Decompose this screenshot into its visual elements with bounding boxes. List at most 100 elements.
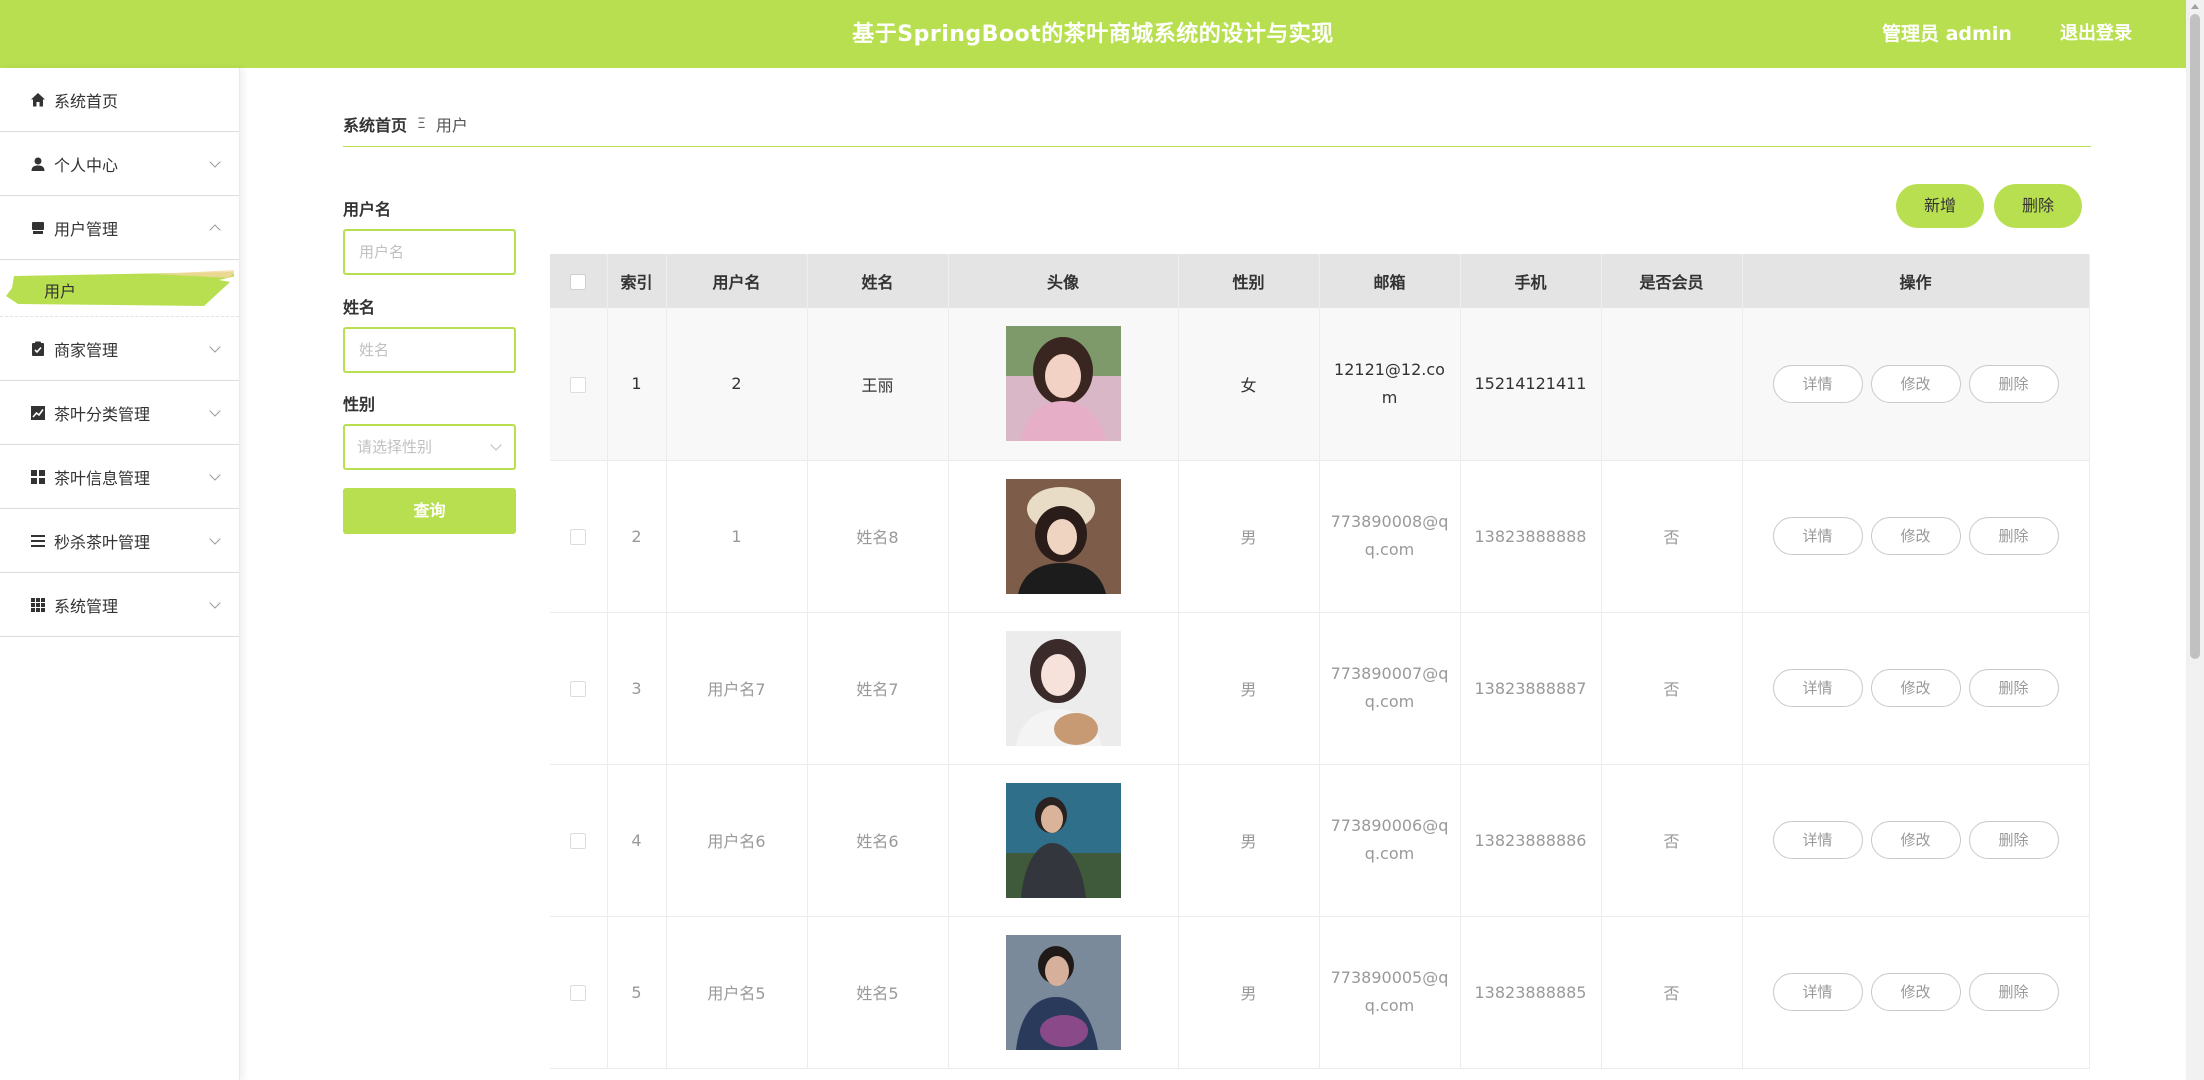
column-header: 操作 xyxy=(1742,254,2090,308)
cell-gender: 男 xyxy=(1178,612,1320,765)
row-checkbox[interactable] xyxy=(570,833,587,849)
sidebar-item-flash-sale[interactable]: 秒杀茶叶管理 xyxy=(0,509,239,573)
avatar xyxy=(1005,326,1121,442)
cell-gender: 女 xyxy=(1178,308,1320,461)
edit-button[interactable]: 修改 xyxy=(1870,973,1961,1011)
gender-label: 性别 xyxy=(343,395,376,414)
cell-email: 773890006@qq.com xyxy=(1319,764,1461,917)
user-table: 索引 用户名 姓名 头像 性别 邮箱 手机 是否会员 操作 1 2 王丽 女 1… xyxy=(550,254,2090,1069)
cell-operations: 详情 修改 删除 xyxy=(1742,612,2090,765)
row-select-cell xyxy=(550,916,608,1069)
row-checkbox[interactable] xyxy=(570,529,587,545)
delete-button[interactable]: 删除 xyxy=(1968,669,2059,707)
sidebar-item-home[interactable]: 系统首页 xyxy=(0,68,239,132)
delete-button[interactable]: 删除 xyxy=(1968,821,2059,859)
sidebar-item-label: 秒杀茶叶管理 xyxy=(54,532,151,552)
detail-button[interactable]: 详情 xyxy=(1772,821,1863,859)
query-button[interactable]: 查询 xyxy=(343,488,516,534)
row-select-cell xyxy=(550,764,608,917)
table-row: 2 1 姓名8 男 773890008@qq.com 13823888888 否… xyxy=(550,460,2090,613)
delete-button[interactable]: 删除 xyxy=(1968,364,2059,403)
edit-button[interactable]: 修改 xyxy=(1870,364,1961,403)
cell-phone: 13823888888 xyxy=(1460,460,1602,613)
column-header: 索引 xyxy=(607,254,667,308)
cell-phone: 13823888887 xyxy=(1460,612,1602,765)
delete-button[interactable]: 删除 xyxy=(1968,517,2059,555)
sidebar-item-label: 个人中心 xyxy=(54,155,119,175)
home-icon xyxy=(30,92,46,108)
table-row: 1 2 王丽 女 12121@12.com 15214121411 详情 修改 … xyxy=(550,308,2090,461)
row-checkbox[interactable] xyxy=(570,681,587,697)
add-button[interactable]: 新增 xyxy=(1896,184,1984,228)
logout-link[interactable]: 退出登录 xyxy=(2060,0,2132,68)
column-header: 用户名 xyxy=(666,254,808,308)
row-select-cell xyxy=(550,612,608,765)
name-label: 姓名 xyxy=(343,298,376,317)
gender-select-placeholder: 请选择性别 xyxy=(357,438,433,456)
cell-avatar xyxy=(948,916,1179,1069)
cell-email: 773890008@qq.com xyxy=(1319,460,1461,613)
grid-icon xyxy=(30,469,46,485)
scrollbar-thumb[interactable] xyxy=(2190,14,2200,659)
cell-email: 773890007@qq.com xyxy=(1319,612,1461,765)
email-text: 773890007@qq.com xyxy=(1330,664,1449,711)
breadcrumb-separator: Ξ xyxy=(417,116,426,132)
cell-gender: 男 xyxy=(1178,460,1320,613)
column-header: 是否会员 xyxy=(1601,254,1743,308)
sidebar-item-tea-category[interactable]: 茶叶分类管理 xyxy=(0,381,239,445)
cell-username: 2 xyxy=(666,308,808,461)
clipboard-check-icon xyxy=(30,341,46,357)
edit-button[interactable]: 修改 xyxy=(1870,821,1961,859)
breadcrumb-divider xyxy=(343,146,2091,147)
table-header-row: 索引 用户名 姓名 头像 性别 邮箱 手机 是否会员 操作 xyxy=(550,254,2090,308)
store-icon xyxy=(30,220,46,236)
edit-button[interactable]: 修改 xyxy=(1870,669,1961,707)
column-header: 性别 xyxy=(1178,254,1320,308)
list-icon xyxy=(30,533,46,549)
detail-button[interactable]: 详情 xyxy=(1772,364,1863,403)
batch-delete-button[interactable]: 删除 xyxy=(1994,184,2082,228)
sidebar-item-label: 茶叶分类管理 xyxy=(54,404,151,424)
cell-avatar xyxy=(948,612,1179,765)
cell-index: 5 xyxy=(607,916,667,1069)
scroll-up-arrow[interactable] xyxy=(2191,4,2199,9)
chart-icon xyxy=(30,405,46,421)
sidebar-item-tea-info[interactable]: 茶叶信息管理 xyxy=(0,445,239,509)
select-all-checkbox[interactable] xyxy=(570,274,587,290)
row-checkbox[interactable] xyxy=(570,376,587,393)
table-row: 4 用户名6 姓名6 男 773890006@qq.com 1382388888… xyxy=(550,764,2090,917)
row-checkbox[interactable] xyxy=(570,985,587,1001)
sidebar-item-system-management[interactable]: 系统管理 xyxy=(0,573,239,637)
chevron-down-icon xyxy=(209,156,221,168)
avatar xyxy=(1005,478,1121,594)
chevron-down-icon xyxy=(209,341,221,353)
select-all-cell xyxy=(550,254,608,308)
delete-button[interactable]: 删除 xyxy=(1968,973,2059,1011)
page-scrollbar[interactable] xyxy=(2186,0,2204,1080)
cell-username: 用户名6 xyxy=(666,764,808,917)
sidebar-item-user-management[interactable]: 用户管理 xyxy=(0,196,239,260)
sidebar-item-personal-center[interactable]: 个人中心 xyxy=(0,132,239,196)
detail-button[interactable]: 详情 xyxy=(1772,669,1863,707)
edit-button[interactable]: 修改 xyxy=(1870,517,1961,555)
sidebar-item-label: 商家管理 xyxy=(54,340,119,360)
name-input[interactable] xyxy=(343,327,516,373)
row-select-cell xyxy=(550,460,608,613)
username-input[interactable] xyxy=(343,229,516,275)
sidebar-item-label: 系统首页 xyxy=(54,91,119,111)
breadcrumb: 系统首页 Ξ 用户 xyxy=(343,112,468,136)
username-label: 用户名 xyxy=(343,200,392,219)
detail-button[interactable]: 详情 xyxy=(1772,517,1863,555)
detail-button[interactable]: 详情 xyxy=(1772,973,1863,1011)
gender-select[interactable]: 请选择性别 xyxy=(343,424,516,470)
sidebar-subitem-user[interactable]: 用户 xyxy=(0,260,239,317)
sidebar-item-merchant-management[interactable]: 商家管理 xyxy=(0,317,239,381)
sidebar-item-label: 茶叶信息管理 xyxy=(54,468,151,488)
breadcrumb-home[interactable]: 系统首页 xyxy=(343,112,407,136)
sidebar-item-label: 系统管理 xyxy=(54,596,119,616)
cell-name: 姓名6 xyxy=(807,764,949,917)
email-text: 773890006@qq.com xyxy=(1330,816,1449,863)
cell-operations: 详情 修改 删除 xyxy=(1742,460,2090,613)
cell-member: 否 xyxy=(1601,460,1743,613)
cell-email: 773890005@qq.com xyxy=(1319,916,1461,1069)
